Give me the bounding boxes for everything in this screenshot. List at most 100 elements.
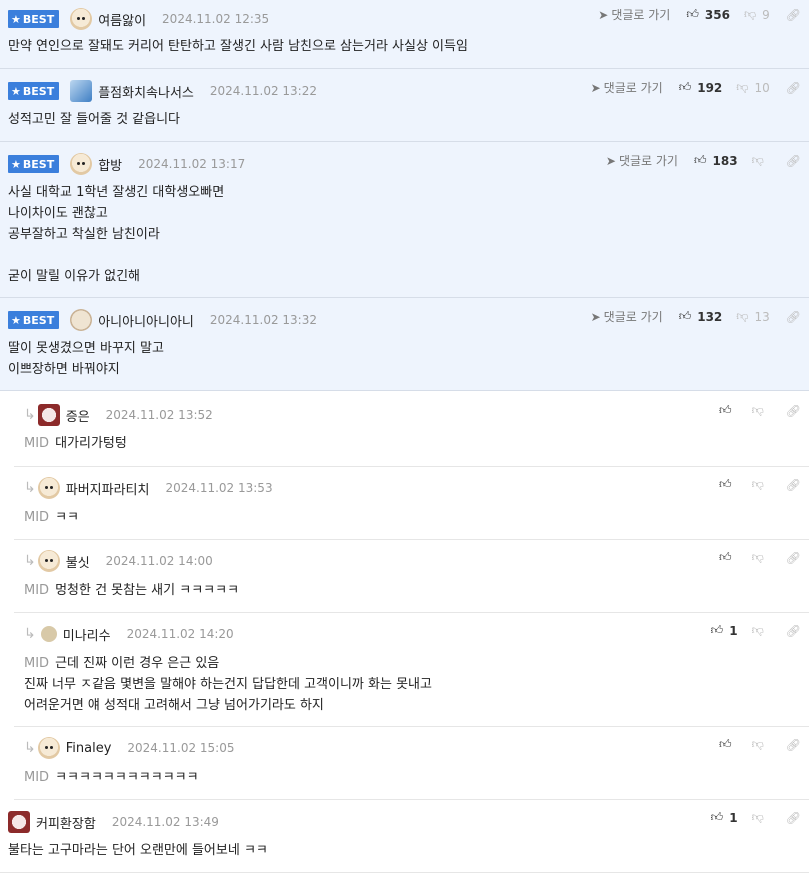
- comment: 커피환장함 2024.11.02 13:49 👍︎ 1 👎︎ 🔗︎ 불타는 고구마…: [0, 800, 809, 873]
- like-button[interactable]: 👍︎ 356: [686, 7, 730, 22]
- comment-author[interactable]: 아니아니아니아니: [98, 311, 194, 330]
- like-button[interactable]: 👍︎ 192: [679, 80, 723, 95]
- dislike-button[interactable]: 👎︎: [752, 403, 770, 418]
- dislike-button[interactable]: 👎︎: [752, 737, 770, 752]
- mid-label: MID: [24, 510, 50, 525]
- thumbs-up-icon: 👍︎: [710, 810, 724, 824]
- link-icon[interactable]: 🔗︎: [786, 478, 801, 492]
- comment-date: 2024.11.02 14:00: [105, 554, 213, 568]
- like-button[interactable]: 👍︎: [719, 403, 738, 418]
- goto-comment-button[interactable]: ➤ 댓글로 가기: [591, 308, 663, 325]
- puppy-avatar[interactable]: [70, 153, 93, 175]
- thumbs-down-icon: 👎︎: [743, 7, 757, 21]
- comment-author[interactable]: 커피환장함: [36, 813, 96, 832]
- link-icon[interactable]: 🔗︎: [786, 81, 801, 95]
- star-icon: ★: [11, 12, 21, 26]
- red-avatar[interactable]: [37, 404, 60, 426]
- comment-text: MID ㅋㅋㅋㅋㅋㅋㅋㅋㅋㅋㅋㅋ: [24, 770, 199, 785]
- dislike-button[interactable]: 👎︎ 9: [744, 7, 770, 22]
- navigate-arrow-icon: ➤: [605, 154, 616, 168]
- puppy-avatar[interactable]: [37, 550, 60, 572]
- link-icon[interactable]: 🔗︎: [786, 404, 801, 418]
- thumbs-up-icon: 👍︎: [678, 80, 692, 94]
- dislike-button[interactable]: 👎︎: [752, 153, 770, 168]
- comment-author[interactable]: Finaley: [66, 741, 112, 756]
- dislike-button[interactable]: 👎︎: [752, 477, 770, 492]
- comment-text: 만약 연인으로 잘돼도 커리어 탄탄하고 잘생긴 사람 남친으로 삼는거라 사실…: [8, 39, 468, 54]
- comment-author[interactable]: 증은: [66, 406, 90, 425]
- goto-comment-button[interactable]: ➤ 댓글로 가기: [606, 152, 678, 169]
- dislike-button[interactable]: 👎︎ 10: [736, 80, 769, 95]
- blue-character-avatar[interactable]: [70, 80, 93, 102]
- reply-comment: ↳ 불싯 2024.11.02 14:00 👍︎ 👎︎ 🔗︎ MID 멍청한 건 …: [14, 540, 809, 613]
- thumbs-down-icon: 👎︎: [751, 550, 764, 564]
- comment-author[interactable]: 플점화치속나서스: [98, 82, 194, 101]
- comment-text: 성적고민 잘 들어줄 것 같읍니다: [8, 112, 181, 127]
- navigate-arrow-icon: ➤: [590, 81, 601, 95]
- comment-author[interactable]: 미나리수: [63, 625, 111, 644]
- comment-author[interactable]: 여름앓이: [98, 10, 146, 29]
- thumbs-down-icon: 👎︎: [751, 810, 764, 824]
- comment-date: 2024.11.02 13:32: [209, 313, 317, 327]
- link-icon[interactable]: 🔗︎: [786, 551, 801, 565]
- goto-comment-button[interactable]: ➤ 댓글로 가기: [591, 79, 663, 96]
- link-icon[interactable]: 🔗︎: [786, 8, 801, 22]
- link-icon[interactable]: 🔗︎: [786, 738, 801, 752]
- like-button[interactable]: 👍︎ 1: [711, 623, 738, 638]
- thumbs-down-icon: 👎︎: [736, 309, 749, 323]
- comment-date: 2024.11.02 13:22: [209, 84, 317, 98]
- reply-arrow-icon: ↳: [24, 626, 36, 642]
- dislike-button[interactable]: 👎︎: [752, 623, 770, 638]
- reply-comment: ↳ Finaley 2024.11.02 15:05 👍︎ 👎︎ 🔗︎ MID ㅋ…: [14, 727, 809, 800]
- puppy-avatar[interactable]: [37, 477, 60, 499]
- goto-comment-button[interactable]: ➤ 댓글로 가기: [598, 6, 670, 23]
- dislike-button[interactable]: 👎︎: [752, 550, 770, 565]
- comment-text: MID 대가리가텅텅: [24, 436, 127, 451]
- reply-comment: ↳ 증은 2024.11.02 13:52 👍︎ 👎︎ 🔗︎ MID 대가리가텅텅: [14, 393, 809, 467]
- red-avatar[interactable]: [8, 811, 30, 833]
- comment-author[interactable]: 합방: [98, 155, 122, 174]
- dot-avatar[interactable]: [40, 626, 57, 642]
- link-icon[interactable]: 🔗︎: [786, 154, 801, 168]
- like-button[interactable]: 👍︎ 183: [694, 153, 738, 168]
- mid-label: MID: [24, 770, 50, 785]
- link-icon[interactable]: 🔗︎: [786, 811, 801, 825]
- reply-comment: ↳ 파버지파라티치 2024.11.02 13:53 👍︎ 👎︎ 🔗︎ MID ㅋ…: [14, 467, 809, 540]
- thumbs-up-icon: 👍︎: [710, 623, 724, 637]
- like-button[interactable]: 👍︎ 132: [679, 309, 723, 324]
- best-comment: ★ BEST 여름앓이 2024.11.02 12:35 ➤ 댓글로 가기 👍︎ 35…: [0, 0, 809, 69]
- thumbs-down-icon: 👎︎: [751, 477, 764, 491]
- thumbs-up-icon: 👍︎: [719, 477, 732, 491]
- reply-arrow-icon: ↳: [24, 407, 36, 423]
- comment-date: 2024.11.02 15:05: [127, 741, 235, 755]
- thumbs-up-icon: 👍︎: [686, 7, 699, 21]
- like-button[interactable]: 👍︎: [719, 737, 738, 752]
- comment-text: MID 근데 진짜 이런 경우 은근 있음 진짜 너무 ㅈ같음 몇변을 말해야 하…: [24, 656, 432, 713]
- fluffy-avatar[interactable]: [70, 309, 93, 331]
- thumbs-up-icon: 👍︎: [719, 403, 732, 417]
- dislike-button[interactable]: 👎︎: [752, 810, 770, 825]
- navigate-arrow-icon: ➤: [590, 310, 601, 324]
- dislike-button[interactable]: 👎︎ 13: [736, 309, 769, 324]
- link-icon[interactable]: 🔗︎: [786, 624, 801, 638]
- comment-author[interactable]: 불싯: [66, 552, 90, 571]
- puppy-avatar[interactable]: [70, 8, 93, 30]
- mid-label: MID: [24, 583, 50, 598]
- puppy-avatar[interactable]: [37, 737, 60, 759]
- link-icon[interactable]: 🔗︎: [786, 310, 801, 324]
- thumbs-down-icon: 👎︎: [751, 737, 764, 751]
- comment-text: 사실 대학교 1학년 잘생긴 대학생오빠면 나이차이도 괜찮고 공부잘하고 착실…: [8, 185, 225, 284]
- thumbs-up-icon: 👍︎: [719, 737, 732, 751]
- like-button[interactable]: 👍︎: [719, 477, 738, 492]
- comment-date: 2024.11.02 14:20: [126, 627, 234, 641]
- comment-date: 2024.11.02 13:17: [138, 157, 246, 171]
- mid-label: MID: [24, 436, 50, 451]
- like-button[interactable]: 👍︎: [719, 550, 738, 565]
- comment-author[interactable]: 파버지파라티치: [66, 479, 150, 498]
- star-icon: ★: [11, 313, 21, 327]
- comment-date: 2024.11.02 13:53: [165, 481, 273, 495]
- reply-arrow-icon: ↳: [24, 553, 36, 569]
- like-button[interactable]: 👍︎ 1: [711, 810, 738, 825]
- reply-arrow-icon: ↳: [24, 480, 36, 496]
- comment-text: MID ㅋㅋ: [24, 510, 79, 525]
